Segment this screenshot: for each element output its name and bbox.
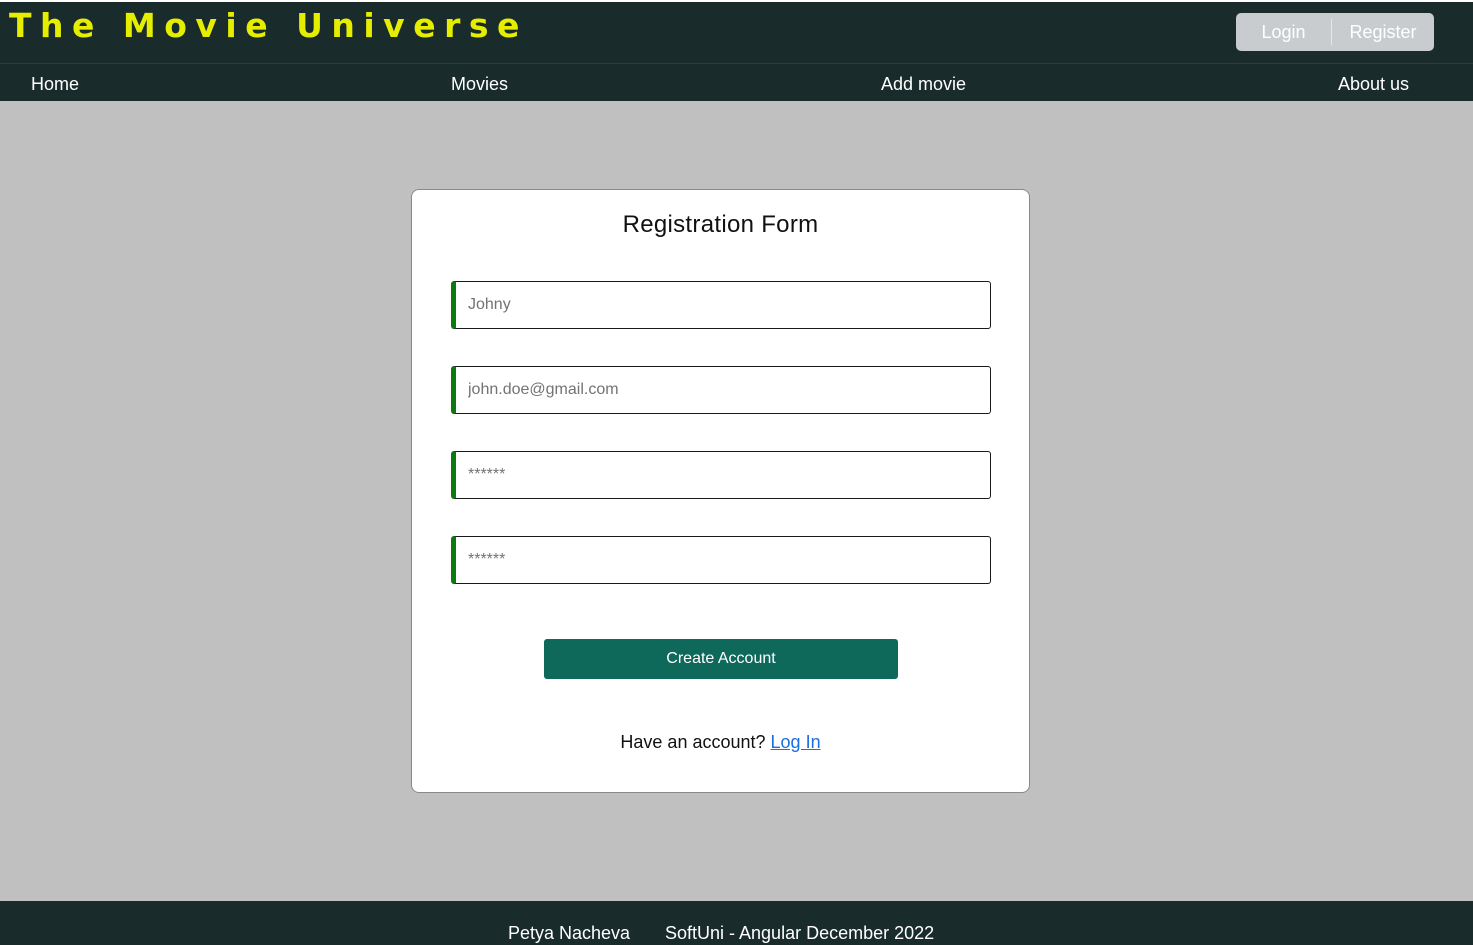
password-input[interactable] bbox=[451, 451, 991, 499]
create-account-button[interactable]: Create Account bbox=[544, 639, 898, 679]
site-footer: Petya Nacheva SoftUni - Angular December… bbox=[0, 901, 1473, 945]
nav-home[interactable]: Home bbox=[31, 73, 79, 95]
login-button[interactable]: Login bbox=[1236, 13, 1331, 51]
nav-about-us[interactable]: About us bbox=[1338, 73, 1409, 95]
have-account-text: Have an account? bbox=[620, 732, 766, 752]
site-logo[interactable]: The Movie Universe bbox=[9, 4, 528, 48]
auth-button-group: Login Register bbox=[1236, 13, 1434, 51]
repeat-password-input[interactable] bbox=[451, 536, 991, 584]
username-input[interactable] bbox=[451, 281, 991, 329]
have-account-row: Have an account? Log In bbox=[412, 730, 1029, 754]
login-link[interactable]: Log In bbox=[771, 732, 821, 752]
form-title: Registration Form bbox=[622, 211, 819, 238]
nav-divider bbox=[0, 63, 1473, 64]
top-header: The Movie Universe Login Register Home M… bbox=[0, 0, 1473, 101]
footer-course: SoftUni - Angular December 2022 bbox=[665, 923, 935, 943]
nav-add-movie[interactable]: Add movie bbox=[881, 73, 966, 95]
email-input[interactable] bbox=[451, 366, 991, 414]
footer-author: Petya Nacheva bbox=[508, 923, 631, 943]
nav-movies[interactable]: Movies bbox=[451, 73, 508, 95]
registration-form: Registration Form Create Account Have an… bbox=[411, 189, 1030, 793]
register-button[interactable]: Register bbox=[1332, 13, 1434, 51]
